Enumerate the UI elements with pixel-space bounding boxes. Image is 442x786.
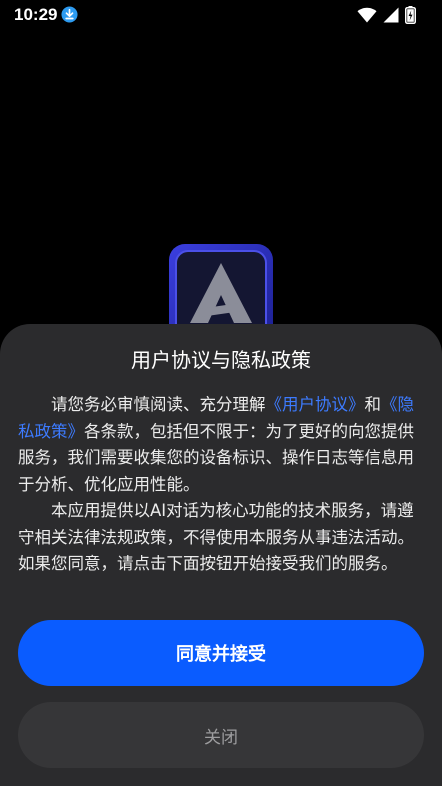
download-icon (61, 6, 78, 23)
signal-icon (383, 7, 399, 23)
dialog-body: 请您务必审慎阅读、充分理解《用户协议》和《隐私政策》各条款，包括但不限于：为了更… (18, 392, 418, 578)
status-time: 10:29 (14, 5, 58, 24)
battery-icon (405, 6, 416, 24)
dialog-paragraph-1: 请您务必审慎阅读、充分理解《用户协议》和《隐私政策》各条款，包括但不限于：为了更… (18, 392, 418, 498)
close-button[interactable]: 关闭 (18, 702, 424, 768)
privacy-dialog: 用户协议与隐私政策 请您务必审慎阅读、充分理解《用户协议》和《隐私政策》各条款，… (0, 324, 442, 786)
dialog-paragraph-2: 本应用提供以AI对话为核心功能的技术服务，请遵守相关法律法规政策，不得使用本服务… (18, 501, 414, 573)
agree-button[interactable]: 同意并接受 (18, 620, 424, 686)
status-bar: 10:29 (0, 0, 442, 30)
status-icons (357, 5, 416, 25)
paragraph-1-text-a: 请您务必审慎阅读、充分理解 (51, 395, 266, 414)
wifi-icon (357, 7, 377, 23)
user-agreement-link[interactable]: 《用户协议》 (266, 395, 365, 414)
paragraph-1-text-b: 和 (364, 395, 382, 414)
dialog-title: 用户协议与隐私政策 (131, 348, 311, 372)
